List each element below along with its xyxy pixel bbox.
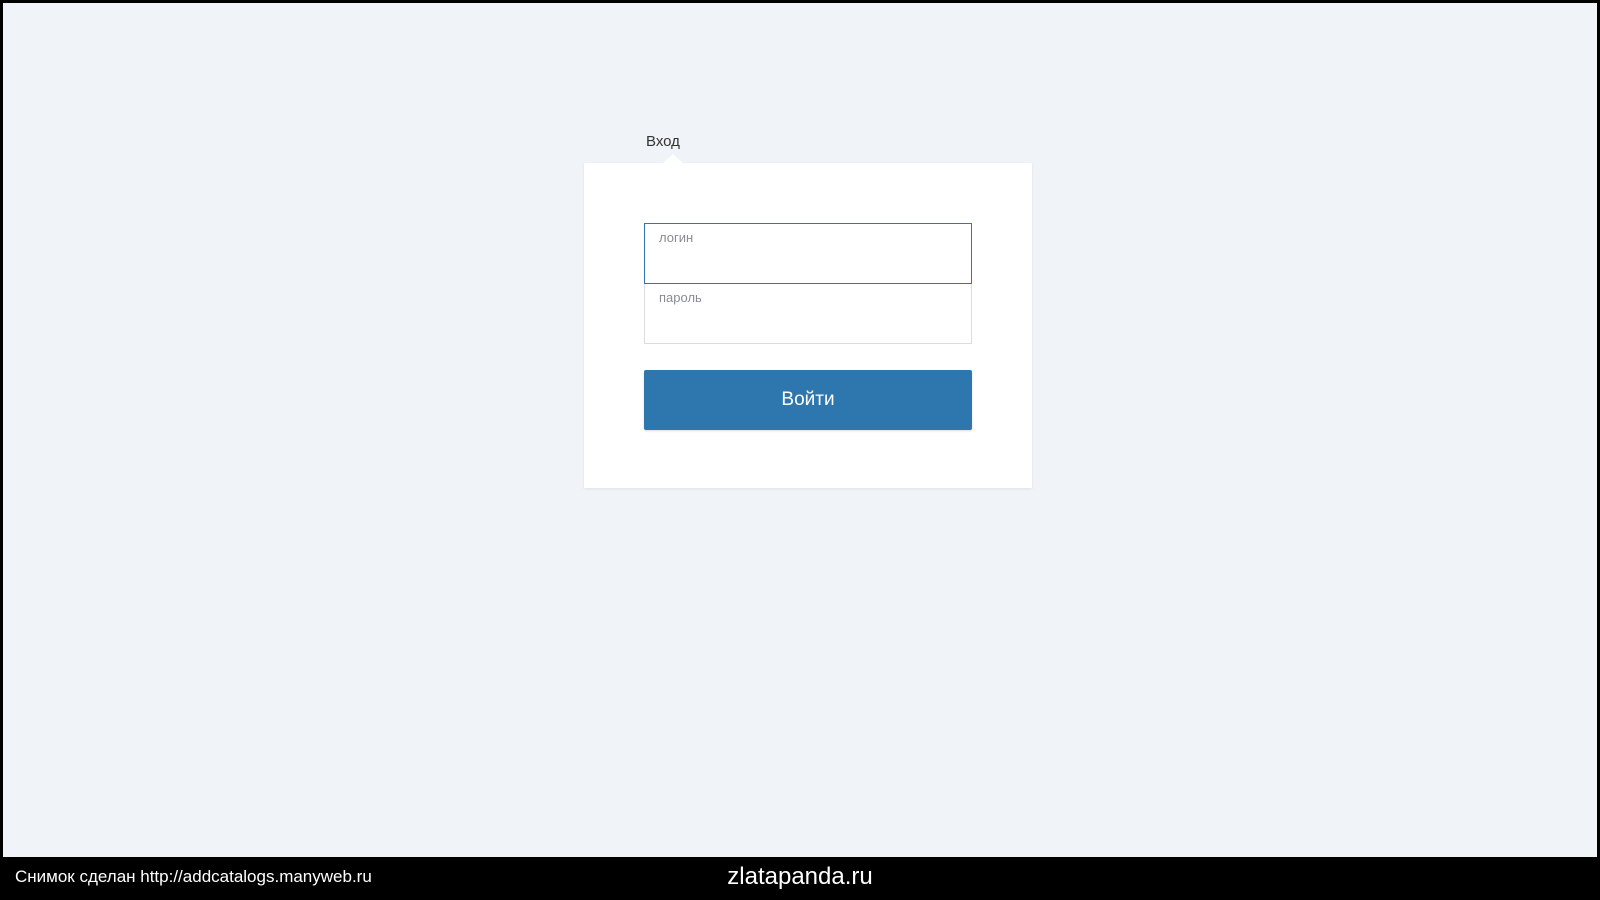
footer-center-text: zlatapanda.ru: [727, 863, 872, 891]
footer-left-text: Снимок сделан http://addcatalogs.manyweb…: [15, 867, 372, 887]
login-button[interactable]: Войти: [644, 370, 972, 430]
login-input[interactable]: [659, 249, 957, 273]
password-input[interactable]: [659, 309, 957, 333]
password-field-wrapper[interactable]: пароль: [644, 284, 972, 344]
login-field-label: логин: [659, 230, 957, 245]
login-card: логин пароль Войти: [584, 163, 1032, 488]
page-title: Вход: [646, 133, 680, 150]
password-field-label: пароль: [659, 290, 957, 305]
login-field-wrapper[interactable]: логин: [644, 223, 972, 284]
footer-bar: Снимок сделан http://addcatalogs.manyweb…: [3, 857, 1597, 897]
